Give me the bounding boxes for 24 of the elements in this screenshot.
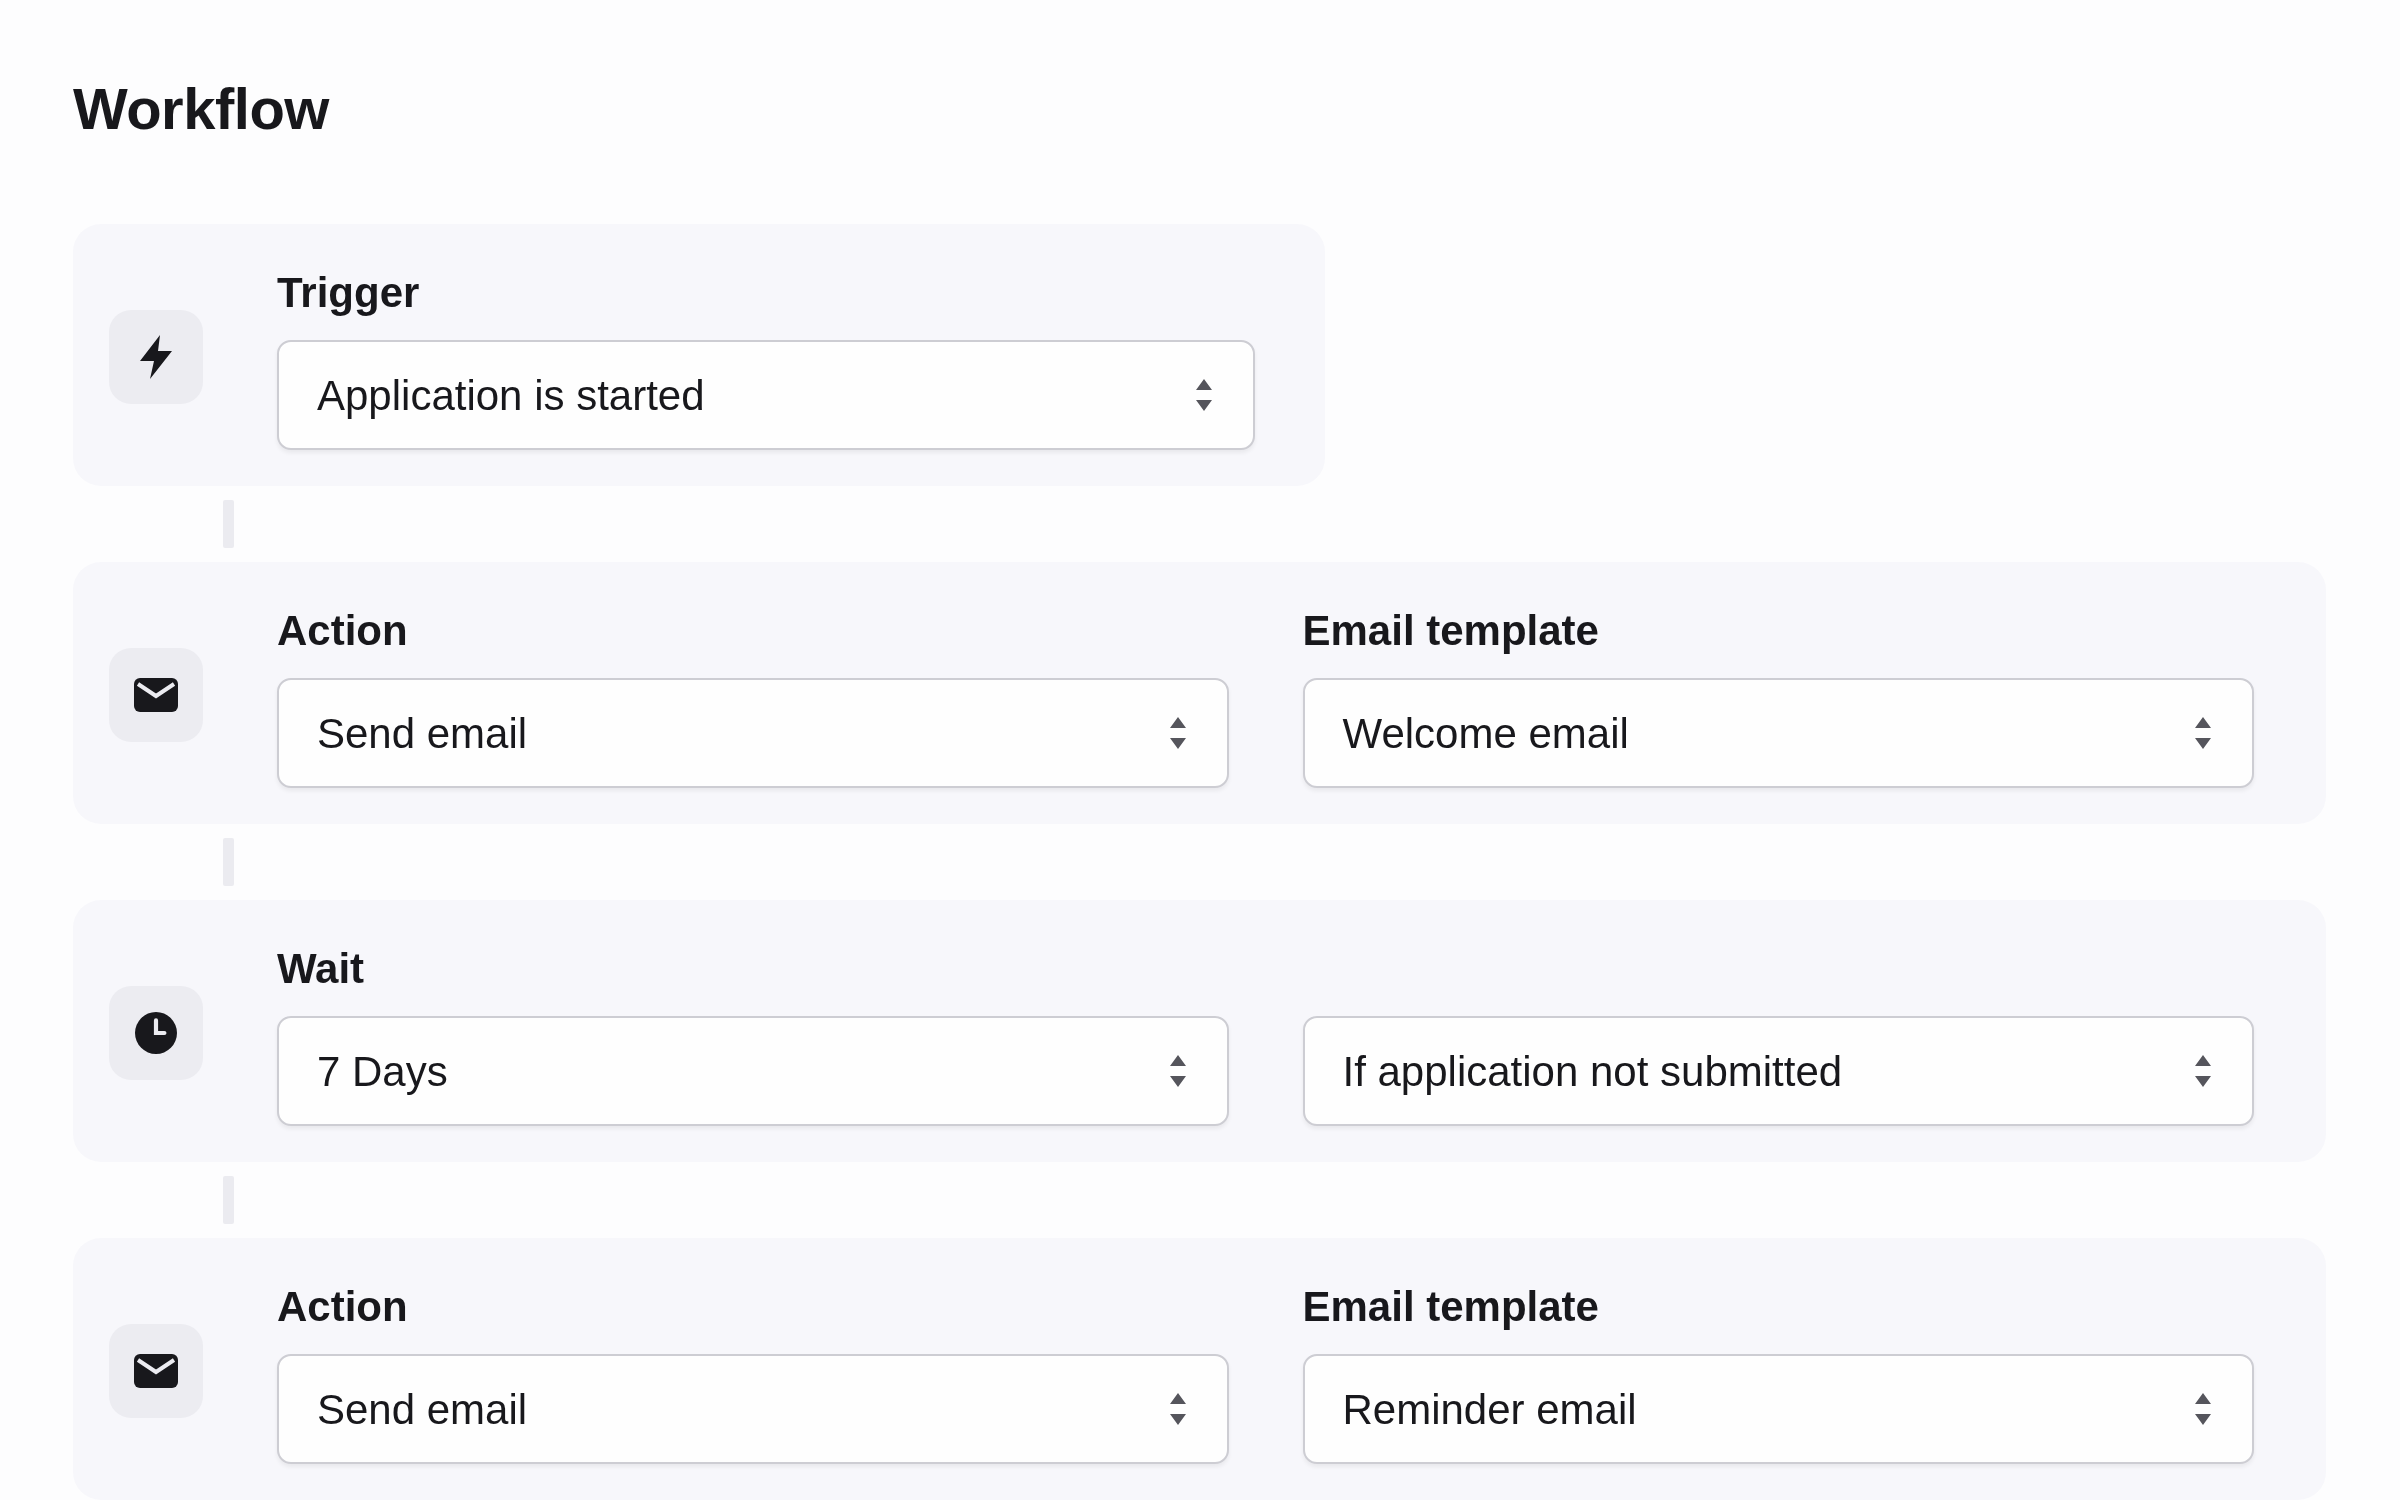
field-label: Wait [277,944,365,994]
dropdown[interactable]: Application is started [277,340,1255,450]
clock-icon [135,1012,177,1054]
up-down-arrows-icon [1168,1053,1187,1089]
up-down-arrows-icon [1168,715,1187,751]
dropdown[interactable]: Welcome email [1302,678,2254,788]
up-down-arrows-icon [2194,1391,2212,1427]
dropdown[interactable]: 7 Days [277,1016,1229,1126]
dropdown[interactable]: Reminder email [1302,1354,2254,1464]
field-label: Email template [1302,1282,1599,1332]
dropdown[interactable]: If application not submitted [1302,1016,2254,1126]
field-label: Action [277,606,408,656]
up-down-arrows-icon [1195,377,1213,413]
dropdown[interactable]: Send email [277,678,1229,788]
field-label: Email template [1302,606,1599,656]
field-label: Trigger [277,268,420,318]
envelope-icon [134,678,178,712]
up-down-arrows-icon [2194,1053,2212,1089]
up-down-arrows-icon [2194,715,2212,751]
page-title: Workflow [73,80,331,138]
up-down-arrows-icon [1168,1391,1187,1427]
envelope-icon [134,1354,178,1388]
dropdown[interactable]: Send email [277,1354,1229,1464]
field-label: Action [277,1282,408,1332]
